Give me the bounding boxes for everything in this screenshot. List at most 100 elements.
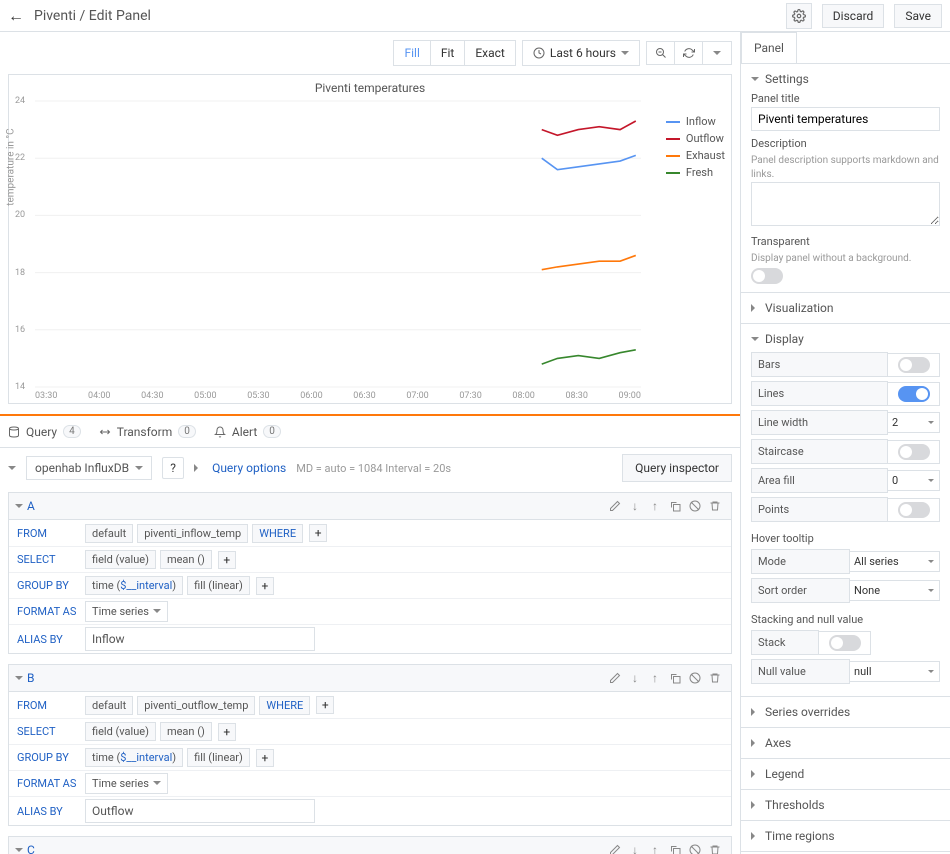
duplicate-icon[interactable]: [665, 669, 685, 687]
datasource-chevron-icon[interactable]: [8, 466, 16, 474]
where-clause[interactable]: WHERE: [259, 696, 310, 715]
exact-button[interactable]: Exact: [465, 41, 515, 65]
disable-icon[interactable]: [685, 669, 705, 687]
add-select-icon[interactable]: +: [218, 551, 236, 569]
move-down-icon[interactable]: ↓: [625, 841, 645, 854]
hover-sort-select[interactable]: None: [850, 580, 940, 601]
select-mean[interactable]: mean (): [160, 550, 212, 569]
query-inspector-button[interactable]: Query inspector: [622, 454, 732, 482]
section-time regions[interactable]: Time regions: [741, 821, 950, 852]
from-default[interactable]: default: [85, 524, 133, 543]
panel-title-input[interactable]: [751, 107, 940, 131]
settings-gear-icon[interactable]: [786, 3, 812, 29]
transparent-toggle[interactable]: [751, 268, 783, 284]
timerange-select[interactable]: Last 6 hours: [523, 41, 639, 65]
section-thresholds[interactable]: Thresholds: [741, 790, 950, 821]
datasource-select[interactable]: openhab InfluxDB: [26, 456, 152, 480]
fill-button[interactable]: Fill: [394, 41, 430, 65]
add-select-icon[interactable]: +: [218, 723, 236, 741]
panel-title-label: Panel title: [751, 92, 940, 105]
tab-transform[interactable]: Transform0: [99, 425, 196, 439]
query-block: B ↓ ↑ FROM default piventi_outflow_temp …: [8, 664, 732, 826]
legend-item[interactable]: Outflow: [666, 132, 725, 145]
zoom-out-icon[interactable]: [647, 42, 675, 64]
header: ← Piventi / Edit Panel Discard Save: [0, 0, 950, 32]
add-groupby-icon[interactable]: +: [256, 749, 274, 767]
chart-plot[interactable]: [35, 101, 641, 387]
section-visualization[interactable]: Visualization: [741, 293, 950, 324]
groupby-time[interactable]: time ($__interval): [85, 748, 183, 767]
tab-query[interactable]: Query4: [8, 425, 81, 439]
groupby-time[interactable]: time ($__interval): [85, 576, 183, 595]
query-header[interactable]: B ↓ ↑: [8, 664, 732, 692]
add-where-icon[interactable]: +: [309, 524, 327, 542]
delete-icon[interactable]: [705, 497, 725, 515]
help-icon[interactable]: ?: [162, 457, 184, 479]
move-up-icon[interactable]: ↑: [645, 841, 665, 854]
duplicate-icon[interactable]: [665, 841, 685, 854]
section-display: Display Bars Lines Line width2 Staircase…: [741, 324, 950, 697]
from-measurement[interactable]: piventi_inflow_temp: [137, 524, 248, 543]
lines-toggle[interactable]: [898, 386, 930, 402]
disable-icon[interactable]: [685, 497, 705, 515]
select-mean[interactable]: mean (): [160, 722, 212, 741]
duplicate-icon[interactable]: [665, 497, 685, 515]
query-header[interactable]: A ↓ ↑: [8, 492, 732, 520]
fit-button[interactable]: Fit: [431, 41, 465, 65]
delete-icon[interactable]: [705, 669, 725, 687]
chart-legend[interactable]: Inflow Outflow Exhaust Fresh: [666, 115, 725, 183]
add-where-icon[interactable]: +: [316, 696, 334, 714]
refresh-interval-select[interactable]: [703, 42, 731, 64]
move-down-icon[interactable]: ↓: [625, 497, 645, 515]
delete-icon[interactable]: [705, 841, 725, 854]
back-arrow-icon[interactable]: ←: [8, 6, 24, 26]
groupby-fill[interactable]: fill (linear): [187, 748, 250, 767]
bars-toggle[interactable]: [898, 357, 930, 373]
edit-icon[interactable]: [605, 497, 625, 515]
alias-input[interactable]: [85, 627, 315, 651]
move-down-icon[interactable]: ↓: [625, 669, 645, 687]
legend-item[interactable]: Exhaust: [666, 149, 725, 162]
panel-desc-label: Description: [751, 137, 940, 150]
section-series overrides[interactable]: Series overrides: [741, 697, 950, 728]
alias-input[interactable]: [85, 799, 315, 823]
query-header[interactable]: C ↓ ↑: [8, 836, 732, 854]
areafill-select[interactable]: 0: [888, 470, 940, 491]
move-up-icon[interactable]: ↑: [645, 669, 665, 687]
nullvalue-select[interactable]: null: [850, 661, 940, 682]
format-select[interactable]: Time series: [85, 773, 168, 794]
where-clause[interactable]: WHERE: [252, 524, 303, 543]
groupby-fill[interactable]: fill (linear): [187, 576, 250, 595]
edit-icon[interactable]: [605, 669, 625, 687]
section-legend[interactable]: Legend: [741, 759, 950, 790]
linewidth-select[interactable]: 2: [888, 412, 940, 433]
legend-item[interactable]: Inflow: [666, 115, 725, 128]
discard-button[interactable]: Discard: [822, 4, 885, 28]
add-groupby-icon[interactable]: +: [256, 577, 274, 595]
viz-toolbar: Fill Fit Exact Last 6 hours: [0, 32, 740, 70]
move-up-icon[interactable]: ↑: [645, 497, 665, 515]
format-select[interactable]: Time series: [85, 601, 168, 622]
section-settings: Settings Panel title Description Panel d…: [741, 64, 950, 293]
panel-desc-input[interactable]: [751, 182, 940, 226]
legend-item[interactable]: Fresh: [666, 166, 725, 179]
save-button[interactable]: Save: [894, 4, 942, 28]
tab-alert[interactable]: Alert0: [214, 425, 281, 439]
refresh-icon[interactable]: [675, 42, 703, 64]
from-default[interactable]: default: [85, 696, 133, 715]
from-measurement[interactable]: piventi_outflow_temp: [137, 696, 255, 715]
disable-icon[interactable]: [685, 841, 705, 854]
panel-tab[interactable]: Panel: [741, 32, 797, 63]
transparent-label: Transparent: [751, 235, 940, 248]
select-field[interactable]: field (value): [85, 550, 156, 569]
staircase-toggle[interactable]: [898, 444, 930, 460]
section-axes[interactable]: Axes: [741, 728, 950, 759]
chevron-down-icon: [135, 466, 143, 474]
hover-mode-select[interactable]: All series: [850, 551, 940, 572]
query-meta: MD = auto = 1084 Interval = 20s: [296, 462, 451, 475]
edit-icon[interactable]: [605, 841, 625, 854]
select-field[interactable]: field (value): [85, 722, 156, 741]
stack-toggle[interactable]: [829, 635, 861, 651]
query-options-link[interactable]: Query options: [212, 461, 286, 475]
points-toggle[interactable]: [898, 502, 930, 518]
